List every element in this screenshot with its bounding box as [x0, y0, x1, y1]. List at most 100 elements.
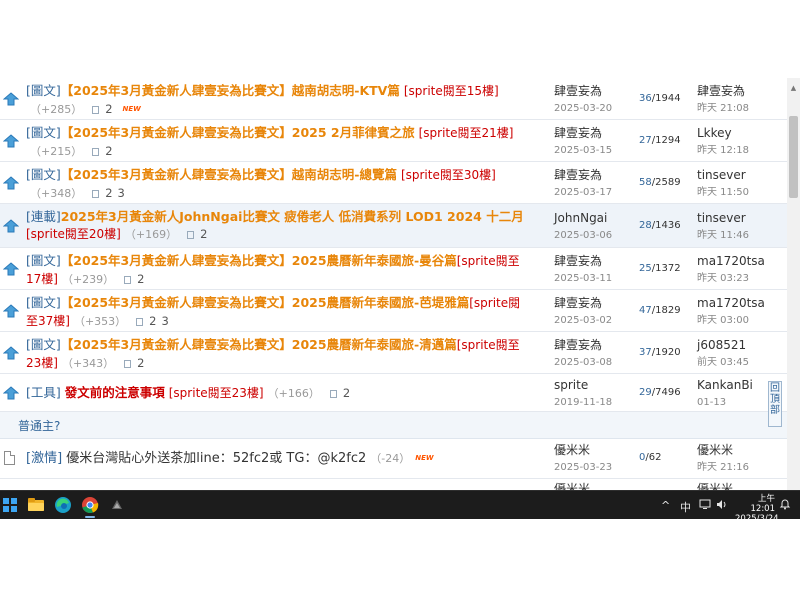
upvote-arrow-icon[interactable] [3, 262, 19, 276]
upvote-arrow-icon[interactable] [3, 346, 19, 360]
topic-type[interactable]: [圖文] [26, 295, 61, 310]
upvote-arrow-icon[interactable] [3, 176, 19, 190]
author-name[interactable]: JohnNgai [554, 211, 607, 225]
topic-row[interactable]: [連載]2025年3月黃金新人JohnNgai比賽文 疲倦老人 低消費系列 LO… [0, 204, 787, 248]
multipage-icon [329, 389, 337, 398]
last-post-time[interactable]: 昨天 12:18 [697, 145, 749, 156]
topic-type[interactable]: [圖文] [26, 253, 61, 268]
scroll-thumb[interactable] [789, 116, 798, 198]
scroll-up-arrow-icon[interactable]: ▲ [787, 78, 800, 98]
topic-row[interactable]: [工具] 發文前的注意事項 [sprite閱至23樓] （+166） 2 sprit… [0, 374, 787, 412]
topic-title-link[interactable]: 【2025年3月黃金新人肆壹妄為比賽文】越南胡志明-KTV篇 [61, 83, 400, 98]
last-post-time[interactable]: 01-13 [697, 397, 726, 408]
reply-view-count: 28/1436 [639, 220, 681, 231]
back-to-top-button[interactable]: 回頂部 [768, 381, 782, 427]
topic-type[interactable]: [圖文] [26, 125, 61, 140]
sprite-read-status: [sprite閱至20樓] [26, 227, 121, 241]
last-post-time[interactable]: 昨天 03:00 [697, 315, 749, 326]
last-post-time[interactable]: 昨天 11:46 [697, 230, 749, 241]
last-post-user[interactable]: j608521 [697, 338, 746, 352]
last-post-time[interactable]: 昨天 11:50 [697, 187, 749, 198]
page-link[interactable]: 2 [105, 186, 112, 200]
topic-row[interactable]: [圖文]【2025年3月黃金新人肆壹妄為比賽文】2025農曆新年泰國旅-清邁篇[… [0, 332, 787, 374]
last-post-user[interactable]: 優米米 [697, 482, 733, 490]
last-post-cell: j608521 前天 03:45 [697, 337, 749, 371]
topic-type[interactable]: [圖文] [26, 83, 61, 98]
last-post-user[interactable]: Lkkey [697, 126, 732, 140]
topic-title-link[interactable]: 優米台灣貼心外送茶加line：52fc2或 TG：@k2fc2 [66, 451, 366, 466]
last-post-user[interactable]: 優米米 [697, 443, 733, 457]
page-scrollbar[interactable]: ▲ [787, 78, 800, 490]
ime-indicator[interactable]: 中 [680, 499, 691, 515]
network-icon[interactable] [699, 499, 711, 513]
last-post-user[interactable]: tinsever [697, 168, 746, 182]
topic-title-link[interactable]: 【2025年3月黃金新人肆壹妄為比賽文】2025農曆新年泰國旅-芭堤雅篇 [61, 295, 469, 310]
page-link[interactable]: 2 [200, 227, 207, 241]
page-link[interactable]: 2 [137, 356, 144, 370]
edge-browser-icon[interactable] [52, 494, 74, 516]
notification-bell-icon[interactable] [779, 498, 791, 513]
author-cell: 肆壹妄為 2025-03-02 [554, 295, 612, 329]
page-link[interactable]: 3 [162, 314, 169, 328]
topic-row[interactable]: [圖文]【2025年3月黃金新人肆壹妄為比賽文】2025 2月菲律賓之旅 [sp… [0, 120, 787, 162]
reply-view-count: 58/2589 [639, 177, 681, 188]
upvote-arrow-icon[interactable] [3, 92, 19, 106]
author-name[interactable]: 肆壹妄為 [554, 168, 602, 182]
system-clock[interactable]: 上午 12:01 2025/3/24 [735, 494, 779, 524]
topic-row[interactable]: [圖文]【2025年3月黃金新人肆壹妄為比賽文】越南胡志明-KTV篇 [spri… [0, 78, 787, 120]
last-post-time[interactable]: 前天 03:45 [697, 357, 749, 368]
topic-title-link[interactable]: 【2025年3月黃金新人肆壹妄為比賽文】2025農曆新年泰國旅-曼谷篇 [61, 253, 457, 268]
file-explorer-icon[interactable] [25, 494, 47, 516]
author-name[interactable]: 肆壹妄為 [554, 338, 602, 352]
tray-chevron-icon[interactable]: ^ [661, 499, 670, 512]
page-link[interactable]: 2 [137, 272, 144, 286]
author-name[interactable]: 優米米 [554, 443, 590, 457]
last-post-time[interactable]: 昨天 03:23 [697, 273, 749, 284]
upvote-arrow-icon[interactable] [3, 304, 19, 318]
topic-title-link[interactable]: 【2025年3月黃金新人肆壹妄為比賽文】2025 2月菲律賓之旅 [61, 125, 415, 140]
multipage-icon [92, 147, 100, 156]
score: （-24） [370, 452, 411, 465]
last-post-user[interactable]: tinsever [697, 211, 746, 225]
page-link[interactable]: 3 [118, 186, 125, 200]
topic-row[interactable]: [激情] 優米台灣貼心外送茶加line：52fc2或 TG：@k2fc2 （-24… [0, 439, 787, 479]
page-link[interactable]: 2 [343, 386, 350, 400]
page-link[interactable]: 2 [149, 314, 156, 328]
topic-title-link[interactable]: 發文前的注意事項 [65, 385, 165, 400]
topic-title-link[interactable]: 【2025年3月黃金新人肆壹妄為比賽文】越南胡志明-總覽篇 [61, 167, 397, 182]
windows-start-icon[interactable] [3, 498, 17, 512]
author-name[interactable]: 肆壹妄為 [554, 126, 602, 140]
topic-type[interactable]: [連載] [26, 209, 61, 224]
author-name[interactable]: sprite [554, 378, 588, 392]
page-link[interactable]: 2 [105, 102, 112, 116]
author-name[interactable]: 肆壹妄為 [554, 296, 602, 310]
last-post-user[interactable]: 肆壹妄為 [697, 84, 745, 98]
author-name[interactable]: 肆壹妄為 [554, 254, 602, 268]
upvote-arrow-icon[interactable] [3, 134, 19, 148]
topic-title-link[interactable]: 2025年3月黃金新人JohnNgai比賽文 疲倦老人 低消費系列 LOD1 2… [61, 209, 524, 224]
sprite-read-status: [sprite閱至21樓] [418, 126, 514, 140]
last-post-time[interactable]: 昨天 21:16 [697, 462, 749, 473]
last-post-user[interactable]: KankanBi [697, 378, 753, 392]
upvote-arrow-icon[interactable] [3, 219, 19, 233]
topic-row[interactable]: [圖文]【2025年3月黃金新人肆壹妄為比賽文】2025農曆新年泰國旅-芭堤雅篇… [0, 290, 787, 332]
last-post-user[interactable]: ma1720tsa [697, 296, 765, 310]
topic-type[interactable]: [圖文] [26, 337, 61, 352]
topic-title-link[interactable]: 【2025年3月黃金新人肆壹妄為比賽文】2025農曆新年泰國旅-清邁篇 [61, 337, 457, 352]
upvote-arrow-icon[interactable] [3, 386, 19, 400]
last-post-time[interactable]: 昨天 21:08 [697, 103, 749, 114]
topic-row[interactable]: [圖文]【2025年3月黃金新人肆壹妄為比賽文】2025農曆新年泰國旅-曼谷篇[… [0, 248, 787, 290]
app-icon[interactable] [106, 494, 128, 516]
topic-type[interactable]: [圖文] [26, 167, 61, 182]
volume-icon[interactable] [716, 499, 728, 513]
last-post-user[interactable]: ma1720tsa [697, 254, 765, 268]
page-link[interactable]: 2 [105, 144, 112, 158]
chrome-browser-icon[interactable] [79, 494, 101, 518]
author-name[interactable]: 肆壹妄為 [554, 84, 602, 98]
author-name[interactable]: 優米米 [554, 482, 590, 490]
topic-type[interactable]: [激情] [26, 451, 62, 466]
topic-type[interactable]: [工具] [26, 385, 61, 400]
topic-row[interactable]: [圖文]【2025年3月黃金新人肆壹妄為比賽文】越南胡志明-總覽篇 [sprit… [0, 162, 787, 204]
topic-row[interactable]: 優米米 優米米 [0, 479, 787, 490]
topic-title-block: [圖文]【2025年3月黃金新人肆壹妄為比賽文】越南胡志明-KTV篇 [spri… [26, 82, 526, 118]
